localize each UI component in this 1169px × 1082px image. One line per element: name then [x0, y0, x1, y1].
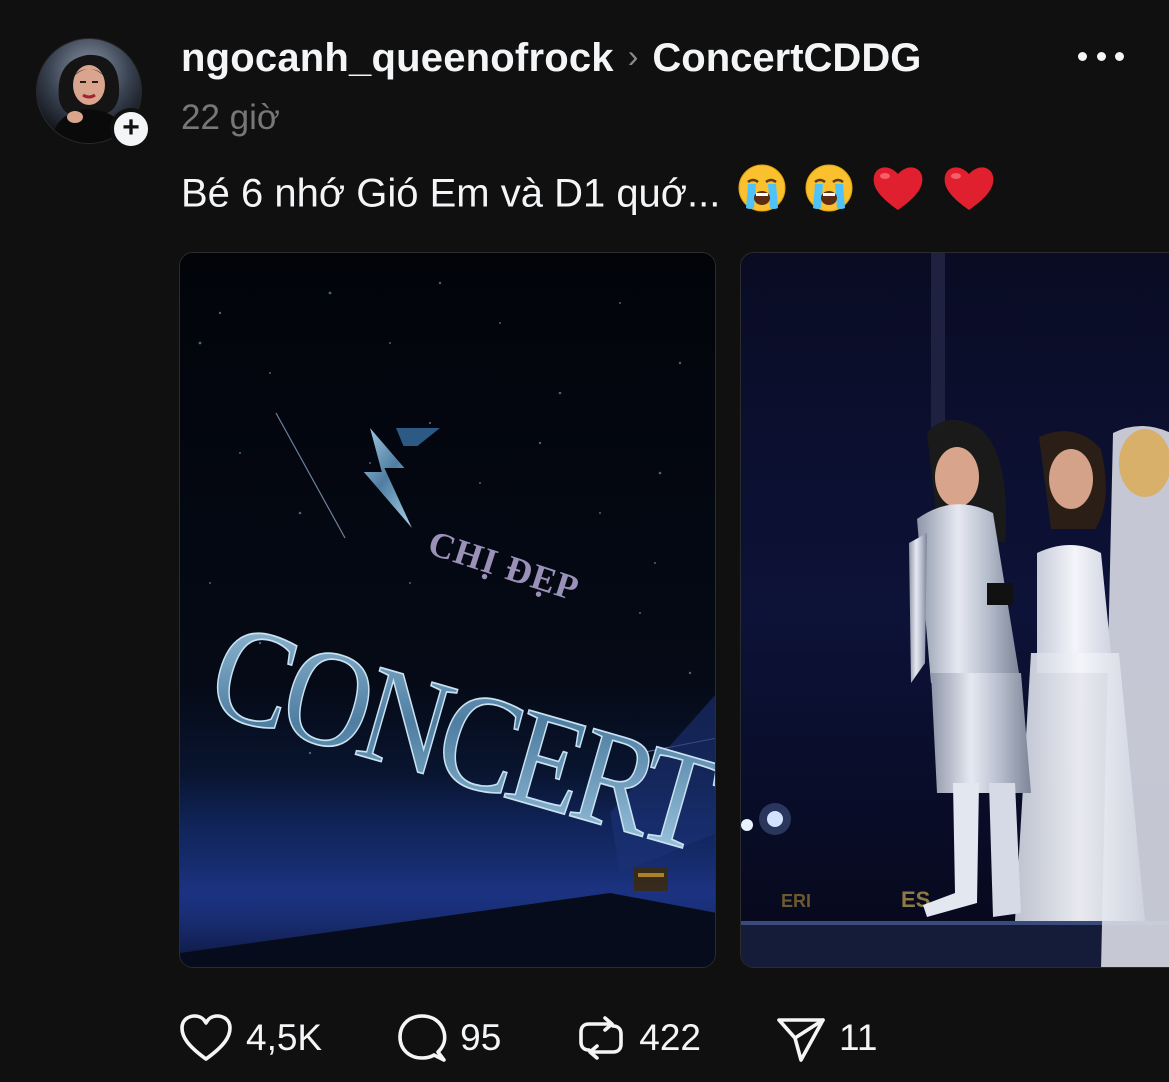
topic-link[interactable]: ConcertCDDG — [652, 36, 921, 81]
reply-count: 95 — [460, 1017, 502, 1058]
dot — [1115, 51, 1124, 61]
speech-bubble-icon — [398, 1014, 447, 1062]
loudly-crying-face-icon — [736, 162, 788, 224]
like-button[interactable]: 4,5K — [178, 1012, 322, 1064]
post-image-1[interactable]: CHỊ ĐẸP CONCERT — [179, 252, 716, 968]
post-timestamp: 22 giờ — [181, 98, 280, 137]
repost-count: 422 — [639, 1017, 702, 1058]
post-image-2[interactable]: ERI ES — [740, 252, 1169, 968]
action-bar: 4,5K 95 422 11 — [178, 1010, 877, 1066]
follow-button[interactable]: + — [110, 108, 152, 150]
avatar-container[interactable]: + — [36, 38, 152, 150]
post-header: ngocanh_queenofrock › ConcertCDDG — [181, 30, 921, 86]
post-caption: Bé 6 nhớ Gió Em và D1 quớ... — [181, 164, 997, 224]
like-count: 4,5K — [246, 1017, 323, 1058]
chevron-right-icon: › — [627, 37, 639, 74]
reply-button[interactable]: 95 — [396, 1012, 501, 1064]
banner-text-left: ERI — [781, 891, 811, 911]
red-heart-icon — [870, 162, 926, 224]
dot — [1096, 51, 1106, 61]
repost-button[interactable]: 422 — [575, 1012, 701, 1064]
share-count: 11 — [839, 1017, 878, 1058]
dot — [1078, 51, 1087, 61]
plus-icon: + — [122, 111, 140, 144]
paper-plane-icon — [777, 1018, 825, 1062]
red-heart-icon — [941, 162, 997, 224]
loudly-crying-face-icon — [803, 162, 855, 224]
performers-photo: ERI ES — [741, 253, 1169, 967]
thread-post: + ngocanh_queenofrock › ConcertCDDG 22 g… — [0, 0, 1169, 1082]
share-button[interactable]: 11 — [775, 1012, 877, 1064]
caption-text: Bé 6 nhớ Gió Em và D1 quớ... — [181, 171, 721, 216]
concert-logo-photo: CHỊ ĐẸP CONCERT — [180, 253, 715, 967]
heart-icon — [180, 1014, 232, 1061]
repost-icon — [579, 1016, 624, 1060]
ellipsis-icon[interactable] — [1078, 38, 1124, 74]
username-link[interactable]: ngocanh_queenofrock — [181, 36, 614, 81]
